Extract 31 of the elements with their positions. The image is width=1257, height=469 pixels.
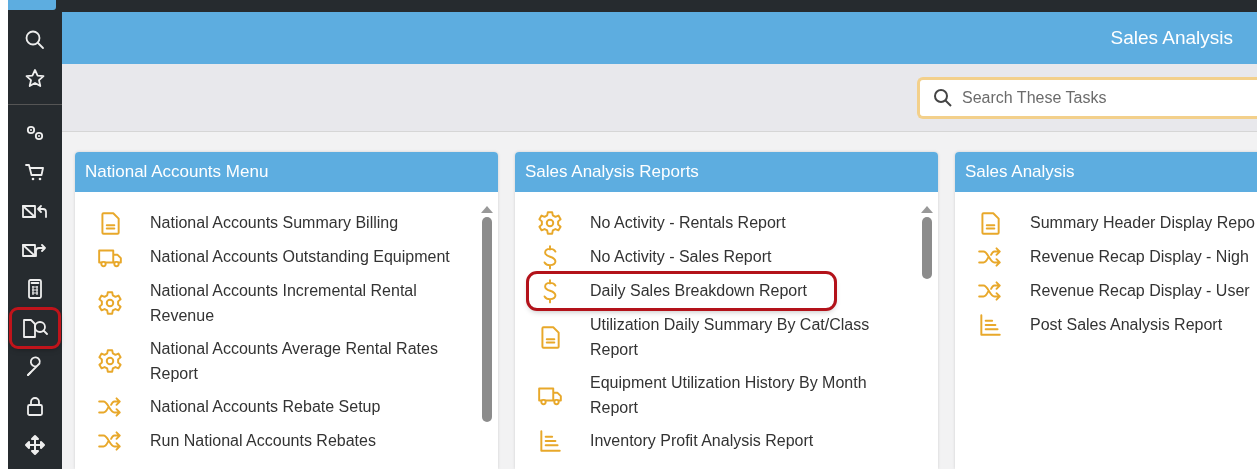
menu-item[interactable]: Equipment Utilization History By Month Report bbox=[515, 365, 920, 424]
search-icon bbox=[23, 28, 47, 52]
gear-icon bbox=[537, 209, 563, 236]
search-icon bbox=[933, 87, 953, 108]
menu-item[interactable]: Summary Header Display Repo bbox=[955, 205, 1257, 240]
gear-icon bbox=[97, 289, 123, 316]
gear-icon bbox=[97, 347, 123, 374]
menu-item[interactable]: National Accounts Outstanding Equipment bbox=[75, 239, 480, 274]
menu-item[interactable]: National Accounts Rebate Setup bbox=[75, 389, 480, 424]
page-title: Sales Analysis bbox=[1110, 25, 1233, 50]
menu-item[interactable]: Daily Sales Breakdown Report bbox=[529, 273, 834, 308]
menu-item[interactable]: No Activity - Sales Report bbox=[515, 239, 920, 274]
menu-item[interactable]: National Accounts Summary Billing bbox=[75, 205, 480, 240]
menu-item[interactable]: Inventory Profit Analysis Report bbox=[515, 423, 920, 458]
menu-item[interactable]: National Accounts Incremental Rental Revenue bbox=[75, 273, 480, 332]
panel-title: Sales Analysis Reports bbox=[515, 152, 938, 192]
document-search-icon bbox=[22, 316, 48, 340]
menu-item[interactable]: Revenue Recap Display - Nigh bbox=[955, 239, 1257, 274]
panel-title: Sales Analysis bbox=[955, 152, 1257, 192]
panel-title: National Accounts Menu bbox=[75, 152, 498, 192]
search-field[interactable]: Search These Tasks bbox=[917, 76, 1257, 119]
move-icon bbox=[23, 433, 47, 457]
menu-item[interactable]: Run National Accounts Rebates bbox=[75, 423, 480, 458]
menu-item[interactable]: National Accounts Average Rental Rates Report bbox=[75, 331, 480, 390]
menu-item[interactable]: No Activity - Rentals Report bbox=[515, 205, 920, 240]
menu-item[interactable]: Post Sales Analysis Report bbox=[955, 307, 1257, 342]
menu-item[interactable]: Utilization Daily Summary By Cat/Class Report bbox=[515, 307, 920, 366]
chart-icon bbox=[537, 427, 563, 454]
sidebar-button[interactable] bbox=[12, 310, 58, 346]
chart-icon bbox=[977, 311, 1003, 338]
menu-item[interactable]: Revenue Recap Display - User bbox=[955, 273, 1257, 308]
